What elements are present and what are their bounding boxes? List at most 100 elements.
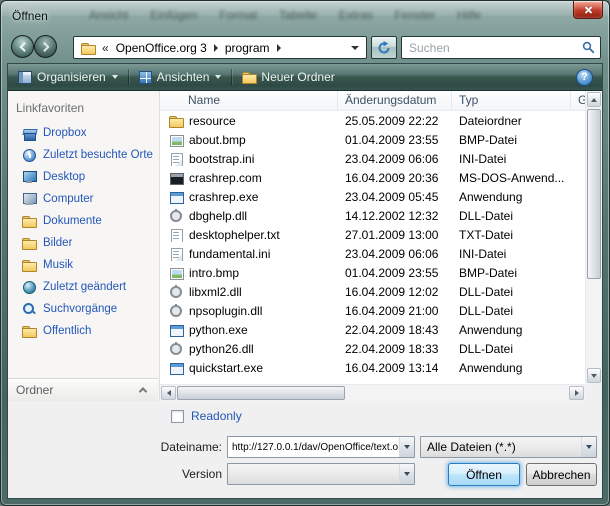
search-icon[interactable]: [576, 41, 600, 54]
readonly-label: Readonly: [191, 409, 242, 423]
file-row[interactable]: dbghelp.dll 14.12.2002 12:32 DLL-Datei: [160, 206, 585, 225]
organize-button[interactable]: Organisieren: [8, 64, 128, 90]
filetype-dropdown-button[interactable]: [581, 437, 596, 457]
column-header-size[interactable]: G: [571, 91, 585, 110]
cancel-button[interactable]: Abbrechen: [526, 463, 597, 486]
file-icon: [169, 304, 183, 318]
new-folder-button[interactable]: Neuer Ordner: [232, 64, 344, 90]
file-row[interactable]: npsoplugin.dll 16.04.2009 21:00 DLL-Date…: [160, 301, 585, 320]
organize-label: Organisieren: [37, 70, 106, 84]
breadcrumb-separator-icon[interactable]: [277, 44, 281, 52]
filename-input[interactable]: [228, 442, 399, 453]
filename-label: Dateiname:: [112, 440, 222, 454]
filename-dropdown-button[interactable]: [399, 437, 414, 457]
chevron-down-icon: [404, 445, 410, 449]
breadcrumb-item[interactable]: program: [225, 41, 270, 55]
breadcrumb-dropdown-icon[interactable]: [351, 46, 359, 50]
file-icon: [169, 209, 183, 223]
sidebar-item-icon: [22, 236, 36, 250]
sidebar-item[interactable]: Suchvorgänge: [8, 298, 159, 320]
column-header-type[interactable]: Typ: [452, 91, 571, 110]
titlebar[interactable]: Ansicht Einfügen Format Tabelle Extras F…: [1, 1, 609, 31]
file-row[interactable]: crashrep.exe 23.04.2009 05:45 Anwendung: [160, 187, 585, 206]
file-name: quickstart.exe: [189, 361, 263, 375]
file-icon: [169, 342, 183, 356]
sidebar-item-icon: [22, 126, 36, 140]
file-row[interactable]: quickstart.exe 16.04.2009 13:14 Anwendun…: [160, 358, 585, 377]
scroll-right-button[interactable]: [569, 386, 584, 400]
sidebar-item[interactable]: Öffentlich: [8, 320, 159, 342]
scroll-down-button[interactable]: [587, 368, 601, 383]
sidebar-item[interactable]: Dropbox: [8, 122, 159, 144]
sidebar-item[interactable]: Musik: [8, 254, 159, 276]
file-rows: resource 25.05.2009 22:22 Dateiordner ab…: [160, 111, 585, 384]
file-row[interactable]: bootstrap.ini 23.04.2009 06:06 INI-Datei: [160, 149, 585, 168]
file-name-cell: crashrep.exe: [160, 190, 338, 204]
filetype-combobox[interactable]: Alle Dateien (*.*): [420, 436, 597, 458]
open-button[interactable]: Öffnen: [448, 463, 520, 486]
file-date: 16.04.2009 21:00: [338, 304, 452, 318]
vertical-scroll-thumb[interactable]: [587, 109, 601, 279]
forward-button[interactable]: [34, 35, 57, 58]
organize-icon: [18, 71, 32, 84]
file-name: npsoplugin.dll: [189, 304, 262, 318]
back-button[interactable]: [11, 35, 34, 58]
scroll-up-button[interactable]: [587, 92, 601, 107]
readonly-checkbox[interactable]: [171, 410, 184, 423]
vertical-scrollbar[interactable]: [585, 91, 602, 384]
close-button[interactable]: [573, 1, 603, 19]
chevron-down-icon: [404, 472, 410, 476]
sidebar-item[interactable]: Bilder: [8, 232, 159, 254]
sidebar-item[interactable]: Desktop: [8, 166, 159, 188]
sidebar-item-icon: [22, 280, 36, 294]
breadcrumb-separator-icon[interactable]: [214, 44, 218, 52]
folders-expander[interactable]: Ordner: [8, 378, 158, 401]
file-type: DLL-Datei: [452, 209, 571, 223]
search-input[interactable]: [402, 41, 576, 55]
help-button[interactable]: ?: [576, 69, 593, 86]
column-header-date[interactable]: Änderungsdatum: [338, 91, 452, 110]
sidebar-item-label: Zuletzt geändert: [43, 281, 126, 293]
search-box[interactable]: [401, 36, 601, 59]
filename-combobox[interactable]: [227, 436, 415, 458]
chevron-down-icon: [586, 445, 592, 449]
file-row[interactable]: resource 25.05.2009 22:22 Dateiordner: [160, 111, 585, 130]
scroll-left-button[interactable]: [161, 386, 176, 400]
file-icon: [169, 133, 183, 147]
sidebar-item-label: Dropbox: [43, 127, 86, 139]
breadcrumb-overflow[interactable]: «: [102, 41, 109, 55]
file-row[interactable]: python26.dll 22.04.2009 18:33 DLL-Datei: [160, 339, 585, 358]
left-arrow-icon: [167, 390, 171, 396]
sidebar-item-label: Suchvorgänge: [43, 303, 117, 315]
file-icon: [169, 285, 183, 299]
version-combobox[interactable]: [227, 463, 415, 485]
version-dropdown-button[interactable]: [399, 464, 414, 484]
sidebar-item[interactable]: Dokumente: [8, 210, 159, 232]
file-date: 16.04.2009 20:36: [338, 171, 452, 185]
file-row[interactable]: python.exe 22.04.2009 18:43 Anwendung: [160, 320, 585, 339]
file-row[interactable]: fundamental.ini 23.04.2009 06:06 INI-Dat…: [160, 244, 585, 263]
views-button[interactable]: Ansichten: [129, 64, 232, 90]
favorites-list: Dropbox Zuletzt besuchte Orte Desktop: [8, 122, 159, 342]
file-row[interactable]: about.bmp 01.04.2009 23:55 BMP-Datei: [160, 130, 585, 149]
file-row[interactable]: desktophelper.txt 27.01.2009 13:00 TXT-D…: [160, 225, 585, 244]
file-type: Anwendung: [452, 190, 571, 204]
file-date: 23.04.2009 05:45: [338, 190, 452, 204]
file-name-cell: python26.dll: [160, 342, 338, 356]
file-row[interactable]: libxml2.dll 16.04.2009 12:02 DLL-Datei: [160, 282, 585, 301]
horizontal-scroll-thumb[interactable]: [177, 386, 345, 400]
horizontal-scrollbar[interactable]: [160, 384, 585, 401]
refresh-button[interactable]: [371, 36, 397, 59]
file-row[interactable]: crashrep.com 16.04.2009 20:36 MS-DOS-Anw…: [160, 168, 585, 187]
breadcrumb[interactable]: « OpenOffice.org 3 program: [73, 36, 367, 59]
file-type: INI-Datei: [452, 152, 571, 166]
file-icon: [169, 228, 183, 242]
file-row[interactable]: intro.bmp 01.04.2009 23:55 BMP-Datei: [160, 263, 585, 282]
sidebar-item[interactable]: Zuletzt besuchte Orte: [8, 144, 159, 166]
folders-header: Ordner: [16, 383, 53, 397]
file-type: BMP-Datei: [452, 133, 571, 147]
column-header-name[interactable]: Name: [160, 91, 338, 110]
sidebar-item[interactable]: Computer: [8, 188, 159, 210]
sidebar-item[interactable]: Zuletzt geändert: [8, 276, 159, 298]
breadcrumb-item[interactable]: OpenOffice.org 3: [116, 41, 207, 55]
